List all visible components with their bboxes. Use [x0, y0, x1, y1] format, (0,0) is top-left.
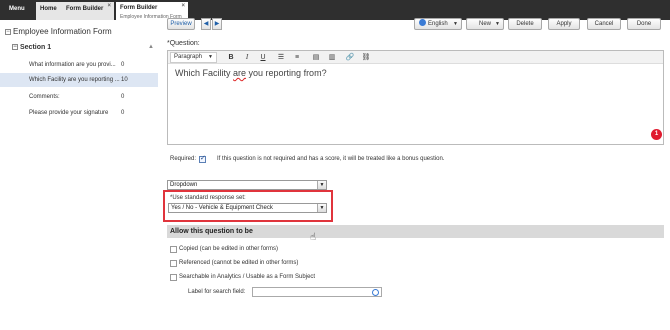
form-tree-root[interactable]: − Employee Information Form	[5, 27, 112, 36]
question-field-label: *Question:	[167, 40, 200, 47]
question-count: 10	[121, 77, 128, 83]
link-icon[interactable]: 🔗	[345, 53, 355, 62]
cancel-button[interactable]: Cancel	[587, 18, 621, 30]
chevron-down-icon: ▼	[208, 54, 213, 60]
numbered-list-icon[interactable]: ≡	[292, 53, 302, 62]
tree-question-item[interactable]: Please provide your signature 0	[0, 106, 158, 120]
question-count: 0	[121, 110, 125, 116]
close-icon[interactable]: ×	[107, 2, 111, 11]
tab-label: Form Builder	[120, 5, 158, 11]
searchable-option-label: Searchable in Analytics / Usable as a Fo…	[179, 274, 316, 280]
tree-question-item[interactable]: What information are you provi... 0	[0, 58, 158, 72]
close-icon[interactable]: ×	[181, 2, 185, 11]
unlink-icon[interactable]: ⛓	[361, 53, 371, 62]
search-field-label: Label for search field:	[188, 289, 246, 295]
response-type-select[interactable]: Dropdown ▼	[167, 180, 327, 190]
section-node[interactable]: − Section 1	[12, 44, 51, 51]
tab-home[interactable]: Home	[36, 2, 62, 20]
chevron-down-icon: ▼	[317, 181, 326, 189]
italic-icon[interactable]: I	[242, 53, 252, 62]
question-count: 0	[121, 62, 125, 68]
form-title: Employee Information Form	[13, 27, 112, 36]
question-label: Please provide your signature	[29, 110, 109, 116]
new-dropdown-button[interactable]: New ▼	[466, 18, 504, 30]
language-dropdown[interactable]: English ▼	[414, 18, 462, 30]
question-text-part: you reporting from?	[246, 68, 327, 78]
question-count: 0	[121, 94, 125, 100]
search-field-input[interactable]	[252, 287, 382, 297]
bold-icon[interactable]: B	[226, 53, 236, 62]
standard-response-label: *Use standard response set:	[170, 195, 246, 201]
tab-form-builder[interactable]: Form Builder ×	[62, 2, 114, 20]
referenced-option-label: Referenced (cannot be edited in other fo…	[179, 260, 299, 266]
align-right-icon[interactable]: ▥	[327, 53, 337, 62]
underline-icon[interactable]: U	[258, 53, 268, 62]
misspelled-word: are	[233, 68, 247, 78]
allow-section-header: Allow this question to be	[167, 225, 664, 238]
paragraph-format-select[interactable]: Paragraph ▼	[170, 52, 217, 63]
hand-cursor-icon: ☝	[310, 232, 317, 243]
globe-icon	[419, 19, 426, 26]
chevron-down-icon: ▼	[317, 204, 326, 212]
menu-tab[interactable]: Menu	[0, 0, 36, 20]
required-label: Required:	[170, 156, 197, 162]
copied-checkbox[interactable]	[170, 246, 177, 253]
chevron-down-icon: ▼	[453, 21, 458, 27]
editor-toolbar: Paragraph ▼ B I U ☰ ≡ ▤ ▥ 🔗 ⛓	[168, 51, 663, 64]
done-button[interactable]: Done	[627, 18, 661, 30]
tab-label: Form Builder	[66, 6, 104, 12]
tree-question-item-selected[interactable]: Which Facility are you reporting ... 10	[0, 73, 158, 87]
searchable-checkbox[interactable]	[170, 274, 177, 281]
collapse-icon[interactable]: −	[12, 44, 18, 50]
question-editor[interactable]: Paragraph ▼ B I U ☰ ≡ ▤ ▥ 🔗 ⛓ Which Faci…	[167, 50, 664, 145]
new-label: New	[478, 21, 491, 27]
standard-response-select[interactable]: Yes / No - Vehicle & Equipment Check ▼	[168, 203, 327, 213]
required-checkbox[interactable]	[199, 154, 206, 163]
collapse-icon[interactable]: −	[5, 29, 11, 35]
chevron-down-icon: ▼	[495, 21, 500, 27]
preview-button[interactable]: Preview	[167, 18, 195, 30]
search-icon[interactable]	[372, 289, 379, 296]
referenced-checkbox[interactable]	[170, 260, 177, 267]
align-left-icon[interactable]: ▤	[311, 53, 321, 62]
paragraph-label: Paragraph	[174, 54, 203, 60]
bullet-list-icon[interactable]: ☰	[276, 53, 286, 62]
error-count-badge: 1	[651, 129, 662, 140]
standard-response-value: Yes / No - Vehicle & Equipment Check	[171, 205, 273, 211]
top-tab-bar: Menu Home Form Builder × Form Builder Em…	[0, 0, 670, 20]
previous-arrow-icon[interactable]: ◀	[201, 18, 211, 30]
section-label: Section 1	[20, 44, 52, 51]
question-text[interactable]: Which Facility are you reporting from?	[175, 68, 327, 78]
question-label: What information are you provi...	[29, 62, 116, 68]
question-label: Comments:	[29, 94, 60, 100]
question-text-part: Which Facility	[175, 68, 234, 78]
required-note: If this question is not required and has…	[217, 156, 445, 162]
response-type-value: Dropdown	[170, 182, 198, 188]
next-arrow-icon[interactable]: ▶	[212, 18, 222, 30]
language-label: English	[428, 21, 448, 27]
apply-button[interactable]: Apply	[548, 18, 580, 30]
tree-question-item[interactable]: Comments: 0	[0, 90, 158, 104]
copied-option-label: Copied (can be edited in other forms)	[179, 246, 279, 252]
delete-button[interactable]: Delete	[508, 18, 542, 30]
question-label: Which Facility are you reporting ...	[29, 77, 120, 83]
caret-up-icon[interactable]: ▲	[148, 44, 154, 50]
